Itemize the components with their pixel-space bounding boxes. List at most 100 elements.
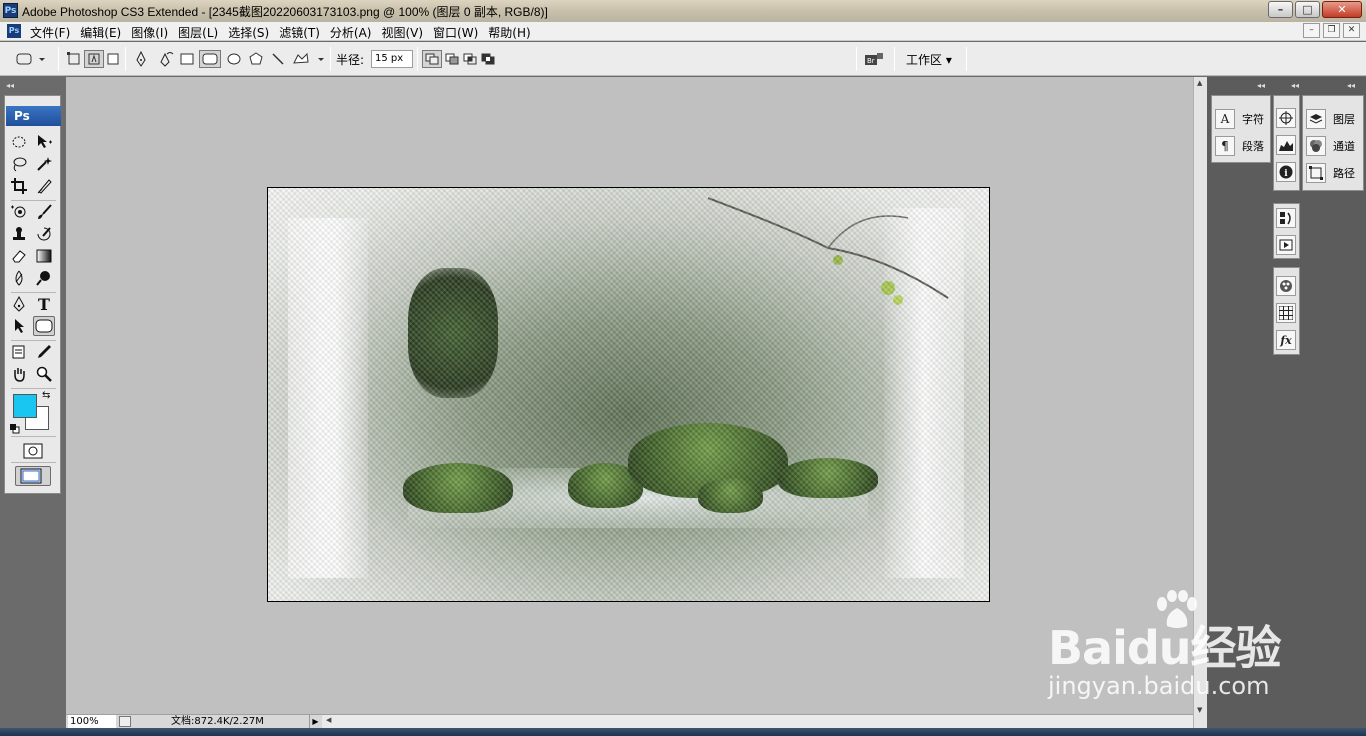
lasso-icon[interactable] bbox=[8, 154, 30, 174]
menu-analysis[interactable]: 分析(A) bbox=[330, 24, 372, 41]
svg-text:i: i bbox=[1284, 169, 1288, 179]
magic-wand-icon[interactable] bbox=[33, 154, 55, 174]
type-tool-icon[interactable]: T bbox=[33, 294, 55, 314]
scroll-left-icon[interactable]: ◀ bbox=[326, 716, 331, 724]
dodge-icon[interactable] bbox=[33, 268, 55, 288]
menu-image[interactable]: 图像(I) bbox=[131, 24, 168, 41]
paths-button[interactable] bbox=[84, 50, 104, 68]
document-image[interactable] bbox=[267, 187, 990, 602]
spot-healing-brush-icon[interactable] bbox=[8, 202, 30, 222]
tool-preset-picker[interactable] bbox=[14, 50, 48, 68]
swatches-panel-icon[interactable] bbox=[1276, 303, 1296, 323]
gradient-icon[interactable] bbox=[33, 246, 55, 266]
menu-edit[interactable]: 编辑(E) bbox=[80, 24, 121, 41]
rounded-rectangle-icon bbox=[202, 53, 218, 65]
doc-close-button[interactable]: ✕ bbox=[1343, 23, 1360, 38]
zoom-icon[interactable] bbox=[33, 364, 55, 384]
layers-label: 图层 bbox=[1333, 113, 1355, 126]
color-panel-icon[interactable] bbox=[1276, 276, 1296, 296]
dock-collapse-icon[interactable]: ◂◂ bbox=[1257, 81, 1265, 90]
brush-icon[interactable] bbox=[33, 202, 55, 222]
character-label: 字符 bbox=[1242, 113, 1264, 126]
doc-minimize-button[interactable]: – bbox=[1303, 23, 1320, 38]
polygon-tool-button[interactable] bbox=[248, 50, 264, 68]
history-brush-icon[interactable] bbox=[33, 224, 55, 244]
scroll-down-icon[interactable]: ▼ bbox=[1197, 706, 1202, 714]
radius-label: 半径: bbox=[336, 53, 365, 67]
menu-file[interactable]: 文件(F) bbox=[30, 24, 70, 41]
status-menu-arrow-icon[interactable]: ▶ bbox=[309, 715, 321, 728]
pen-tool-icon[interactable] bbox=[8, 294, 30, 314]
quick-mask-icon[interactable] bbox=[22, 441, 44, 461]
crop-icon[interactable] bbox=[8, 176, 30, 196]
swap-colors-icon[interactable]: ⇆ bbox=[42, 390, 50, 401]
paths-panel-button[interactable]: 路径 bbox=[1306, 163, 1355, 183]
path-selection-icon[interactable] bbox=[8, 316, 30, 336]
window-title: Adobe Photoshop CS3 Extended - [2345截图20… bbox=[22, 5, 548, 19]
eyedropper-icon[interactable] bbox=[33, 342, 55, 362]
foreground-color-swatch[interactable] bbox=[13, 394, 37, 418]
elliptical-marquee-icon[interactable] bbox=[8, 132, 30, 152]
custom-shape-button[interactable] bbox=[292, 50, 326, 68]
rounded-rectangle-tool-button[interactable] bbox=[199, 50, 221, 68]
menu-layer[interactable]: 图层(L) bbox=[178, 24, 218, 41]
canvas-area[interactable] bbox=[66, 77, 1193, 714]
shape-layers-button[interactable] bbox=[65, 50, 83, 68]
default-colors-icon[interactable] bbox=[10, 423, 20, 434]
channels-panel-button[interactable]: 通道 bbox=[1306, 136, 1355, 156]
menu-help[interactable]: 帮助(H) bbox=[488, 24, 530, 41]
intersect-shapes-button[interactable] bbox=[462, 50, 478, 68]
styles-panel-group: fx bbox=[1273, 267, 1300, 355]
line-tool-button[interactable] bbox=[270, 50, 286, 68]
pen-tool-button[interactable] bbox=[133, 50, 149, 68]
combine-shapes-button[interactable] bbox=[422, 50, 442, 68]
screen-mode-icon[interactable] bbox=[15, 466, 51, 486]
toolbox-logo[interactable]: Ps bbox=[6, 106, 61, 126]
scroll-up-icon[interactable]: ▲ bbox=[1197, 79, 1202, 87]
clone-stamp-icon[interactable] bbox=[8, 224, 30, 244]
blur-icon[interactable] bbox=[8, 268, 30, 288]
slice-icon[interactable] bbox=[33, 176, 55, 196]
menu-window[interactable]: 窗口(W) bbox=[433, 24, 478, 41]
fill-pixels-button[interactable] bbox=[106, 50, 120, 68]
workspace-menu-button[interactable]: 工作区 ▾ bbox=[906, 51, 952, 68]
minimize-button[interactable]: – bbox=[1268, 1, 1293, 18]
menu-view[interactable]: 视图(V) bbox=[381, 24, 423, 41]
hand-icon[interactable] bbox=[8, 364, 30, 384]
rounded-rectangle-tool-icon[interactable] bbox=[33, 316, 55, 336]
eraser-icon[interactable] bbox=[8, 246, 30, 266]
paragraph-panel-button[interactable]: ¶ 段落 bbox=[1215, 136, 1264, 156]
menu-filter[interactable]: 滤镜(T) bbox=[279, 24, 320, 41]
exclude-shapes-button[interactable] bbox=[480, 50, 496, 68]
subtract-shapes-button[interactable] bbox=[444, 50, 460, 68]
line-icon bbox=[272, 53, 284, 65]
maximize-button[interactable]: □ bbox=[1295, 1, 1320, 18]
vertical-scrollbar[interactable]: ▲ ▼ bbox=[1193, 77, 1207, 728]
status-preview-icon[interactable] bbox=[119, 716, 131, 727]
toolbox-collapse-icon[interactable]: ◂◂ bbox=[6, 81, 14, 90]
dock-collapse-icon-2[interactable]: ◂◂ bbox=[1291, 81, 1299, 90]
horizontal-scrollbar[interactable]: ◀ bbox=[322, 715, 1193, 728]
paths-panel-icon bbox=[1306, 163, 1326, 183]
actions-panel-icon[interactable] bbox=[1276, 235, 1296, 255]
navigator-icon[interactable] bbox=[1276, 108, 1296, 128]
freeform-pen-button[interactable] bbox=[157, 50, 175, 68]
menu-select[interactable]: 选择(S) bbox=[228, 24, 269, 41]
dock-collapse-icon-3[interactable]: ◂◂ bbox=[1347, 81, 1355, 90]
character-panel-button[interactable]: A 字符 bbox=[1215, 109, 1264, 129]
ellipse-tool-button[interactable] bbox=[226, 50, 242, 68]
history-panel-icon[interactable] bbox=[1276, 208, 1296, 228]
go-to-bridge-button[interactable]: Br bbox=[862, 50, 886, 68]
info-icon[interactable]: i bbox=[1276, 162, 1296, 182]
styles-fx-icon[interactable]: fx bbox=[1276, 330, 1296, 350]
close-button[interactable]: ✕ bbox=[1322, 1, 1362, 18]
document-icon[interactable]: Ps bbox=[7, 24, 21, 38]
doc-restore-button[interactable]: ❐ bbox=[1323, 23, 1340, 38]
zoom-level-field[interactable]: 100% bbox=[68, 715, 116, 728]
layers-panel-button[interactable]: 图层 bbox=[1306, 109, 1355, 129]
histogram-icon[interactable] bbox=[1276, 135, 1296, 155]
notes-icon[interactable] bbox=[8, 342, 30, 362]
rectangle-tool-button[interactable] bbox=[179, 50, 195, 68]
move-tool-icon[interactable] bbox=[33, 132, 55, 152]
radius-input[interactable]: 15 px bbox=[371, 50, 413, 68]
